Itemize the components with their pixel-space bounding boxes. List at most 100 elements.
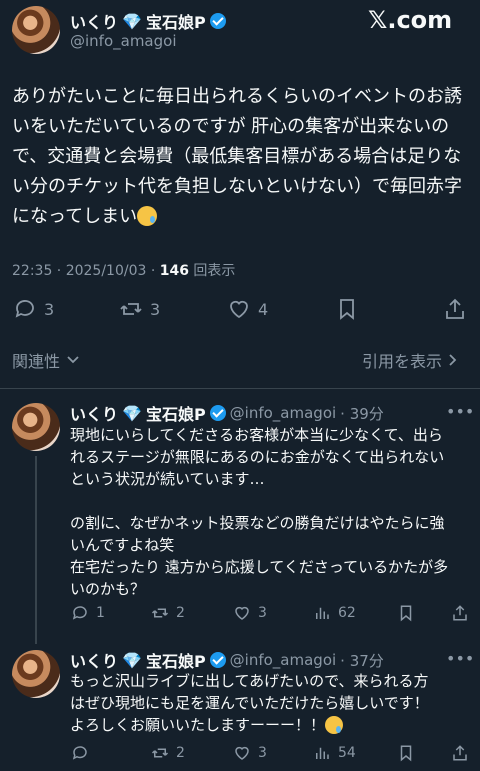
reply-count: 3 [44, 299, 55, 319]
chevron-right-icon [449, 354, 457, 366]
analytics-icon [316, 607, 329, 619]
reply-text: もっと沢山ライブに出してあげたいので、来られる方 はぜひ現地にも足を運んでいただ… [70, 670, 470, 736]
reply-text-line [70, 490, 470, 512]
reply-icon [72, 606, 87, 620]
bookmark-icon [400, 745, 412, 762]
share-button[interactable] [450, 744, 470, 762]
gem-icon: 💎 [122, 403, 142, 423]
share-icon [446, 298, 464, 319]
reply-text-line: という状況が続いています… [70, 470, 265, 488]
tweet-timestamp[interactable]: 22:35 · 2025/10/03 · [12, 263, 160, 279]
reply-button[interactable]: 1 [70, 604, 105, 622]
main-avatar[interactable] [12, 6, 60, 54]
heart-icon [235, 606, 249, 620]
verified-badge-icon [209, 405, 226, 421]
reply-button[interactable]: 3 [12, 297, 54, 321]
reply-count: 1 [96, 605, 105, 621]
like-button[interactable]: 3 [232, 604, 267, 622]
repost-button[interactable]: 2 [150, 604, 185, 622]
main-text-line: い分のチケット代を負担しないといけない）で毎回赤字 [12, 176, 462, 197]
repost-icon [120, 303, 142, 315]
author-name-suffix: 宝石娘P [145, 652, 206, 671]
like-button[interactable]: 4 [226, 297, 268, 321]
bookmark-button[interactable] [396, 604, 416, 622]
reply-text-line: れるステージが無限にあるのにお金がなくて出られない [70, 448, 445, 466]
bookmark-button[interactable] [396, 744, 416, 762]
reply-avatar[interactable] [12, 650, 60, 698]
reply-text-line: いんですよね笑 [70, 536, 175, 554]
reply-time[interactable]: · 39分 [340, 403, 384, 424]
main-author-row[interactable]: いくり 💎 宝石娘P [70, 9, 226, 33]
views-count: 62 [338, 605, 356, 621]
main-text-line: いをいただいているのですが 肝心の集客が出来ないの [12, 116, 450, 137]
author-name-suffix: 宝石娘P [145, 13, 206, 32]
main-text-line: になってしまい [12, 206, 138, 227]
views-button[interactable]: 62 [312, 604, 356, 622]
reply-text-line: よろしくお願いいたしますーーー！！ [70, 716, 326, 734]
like-count: 3 [258, 745, 267, 761]
author-name: いくり [70, 652, 119, 671]
views-count: 54 [338, 745, 356, 761]
share-icon [453, 605, 467, 621]
like-count: 3 [258, 605, 267, 621]
share-button[interactable] [450, 604, 470, 622]
reply-last-line: よろしくお願いいたしますーーー！！ [70, 714, 470, 736]
view-quotes-link[interactable]: 引用を表示 [362, 348, 458, 372]
timestamp-row: 22:35 · 2025/10/03 · 146 回表示 [12, 260, 235, 280]
sort-relevance-dropdown[interactable]: 関連性 [12, 348, 80, 372]
like-button[interactable]: 3 [232, 744, 267, 762]
main-handle[interactable]: @info_amagoi [70, 32, 177, 50]
reply-icon [72, 746, 87, 760]
heart-icon [235, 746, 249, 760]
reply-icon [15, 300, 34, 318]
repost-icon [151, 608, 169, 618]
reply-time[interactable]: · 37分 [340, 650, 384, 671]
reply-text-line: の割に、なぜかネット投票などの勝負だけはやたらに強 [70, 514, 445, 532]
sort-label: 関連性 [12, 352, 61, 371]
gem-icon: 💎 [122, 11, 142, 31]
views-button[interactable]: 54 [312, 744, 356, 762]
repost-count: 2 [176, 605, 185, 621]
reply-button[interactable] [70, 744, 96, 762]
like-count: 4 [258, 299, 269, 319]
verified-badge-icon [209, 13, 226, 29]
gem-icon: 💎 [122, 650, 142, 670]
repost-count: 3 [150, 299, 161, 319]
bookmark-button[interactable] [334, 297, 360, 321]
author-name: いくり [70, 13, 119, 32]
reply-author-row[interactable]: いくり 💎 宝石娘P @info_amagoi · 37分 [70, 648, 384, 672]
repost-button[interactable]: 3 [118, 297, 160, 321]
reply-handle: @info_amagoi [229, 404, 337, 422]
reply-text-line: もっと沢山ライブに出してあげたいので、来られる方 [70, 672, 429, 690]
chevron-down-icon [67, 356, 79, 364]
bookmark-icon [340, 299, 354, 320]
tearful-face-emoji-icon [137, 206, 158, 226]
share-button[interactable] [442, 297, 468, 321]
reply-text-line: 現地にいらしてくださるお客様が本当に少なくて、出ら [70, 426, 443, 444]
x-logo: 𝕏.com [368, 6, 453, 34]
reply-author-row[interactable]: いくり 💎 宝石娘P @info_amagoi · 39分 [70, 401, 384, 425]
reply-text-line: 在宅だったり 遠方から応援してくださっているかたが多 [70, 558, 449, 576]
main-tweet-text: ありがたいことに毎日出られるくらいのイベントのお誘 いをいただいているのですが … [12, 82, 472, 232]
analytics-icon [316, 747, 329, 759]
repost-icon [151, 748, 169, 758]
heart-icon [230, 300, 248, 319]
tearful-face-emoji-icon [325, 716, 344, 734]
views-count: 146 [159, 263, 189, 279]
reply-handle: @info_amagoi [229, 651, 337, 669]
reply-text-line: いのかも？ [70, 580, 146, 598]
reply-text-line: はぜひ現地にも足を運んでいただけたら嬉しいです！ [70, 694, 429, 712]
reply-avatar[interactable] [12, 403, 60, 451]
more-options-button[interactable]: ••• [446, 649, 474, 668]
repost-button[interactable]: 2 [150, 744, 185, 762]
divider [0, 388, 480, 389]
views-label: 回表示 [188, 263, 236, 279]
main-text-line: ありがたいことに毎日出られるくらいのイベントのお誘 [12, 86, 462, 107]
more-options-button[interactable]: ••• [446, 402, 474, 421]
more-dots-icon: ••• [446, 402, 475, 421]
thread-line [35, 456, 37, 644]
main-text-line: で、交通費と会場費（最低集客目標がある場合は足りな [12, 146, 462, 167]
bookmark-icon [400, 605, 412, 622]
author-name-suffix: 宝石娘P [145, 405, 206, 424]
reply-text: 現地にいらしてくださるお客様が本当に少なくて、出ら れるステージが無限にあるのに… [70, 424, 470, 600]
